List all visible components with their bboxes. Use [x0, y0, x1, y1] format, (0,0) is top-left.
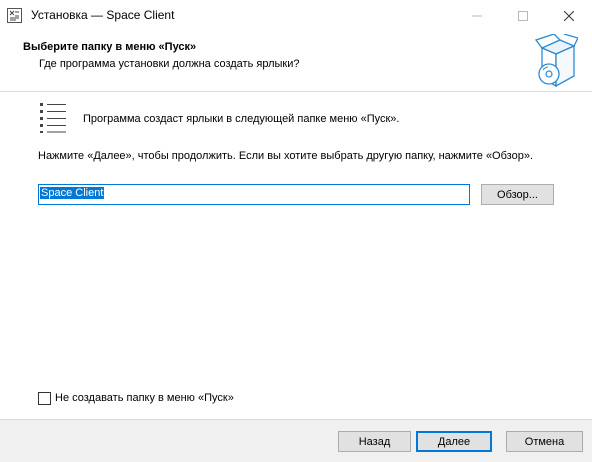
- shortcut-info-text: Программа создаст ярлыки в следующей пап…: [83, 113, 400, 125]
- instruction-text: Нажмите «Далее», чтобы продолжить. Если …: [38, 150, 534, 162]
- folder-input-value: Space Client: [40, 187, 105, 199]
- back-button[interactable]: Назад: [338, 431, 411, 452]
- minimize-button[interactable]: [454, 0, 500, 31]
- browse-button[interactable]: Обзор...: [481, 184, 554, 205]
- minimize-icon: [472, 15, 482, 16]
- wizard-header: Выберите папку в меню «Пуск» Где програм…: [0, 31, 592, 92]
- installer-box-disc-icon: [534, 34, 578, 88]
- maximize-button[interactable]: [500, 0, 546, 31]
- list-icon: [40, 103, 66, 133]
- no-folder-checkbox-row[interactable]: Не создавать папку в меню «Пуск»: [38, 391, 234, 405]
- no-folder-checkbox[interactable]: [38, 391, 51, 405]
- window-title: Установка — Space Client: [31, 8, 175, 22]
- cancel-button[interactable]: Отмена: [506, 431, 583, 452]
- no-folder-checkbox-label[interactable]: Не создавать папку в меню «Пуск»: [55, 392, 234, 404]
- maximize-icon: [518, 10, 528, 21]
- page-subtitle: Где программа установки должна создать я…: [39, 58, 300, 70]
- app-icon: [7, 8, 22, 23]
- page-title: Выберите папку в меню «Пуск»: [23, 41, 197, 53]
- close-icon: [564, 10, 574, 21]
- close-button[interactable]: [546, 0, 592, 31]
- next-button[interactable]: Далее: [416, 431, 492, 452]
- title-bar: Установка — Space Client: [0, 0, 592, 31]
- start-menu-folder-input[interactable]: Space Client: [38, 184, 470, 205]
- wizard-footer: Назад Далее Отмена: [0, 419, 592, 462]
